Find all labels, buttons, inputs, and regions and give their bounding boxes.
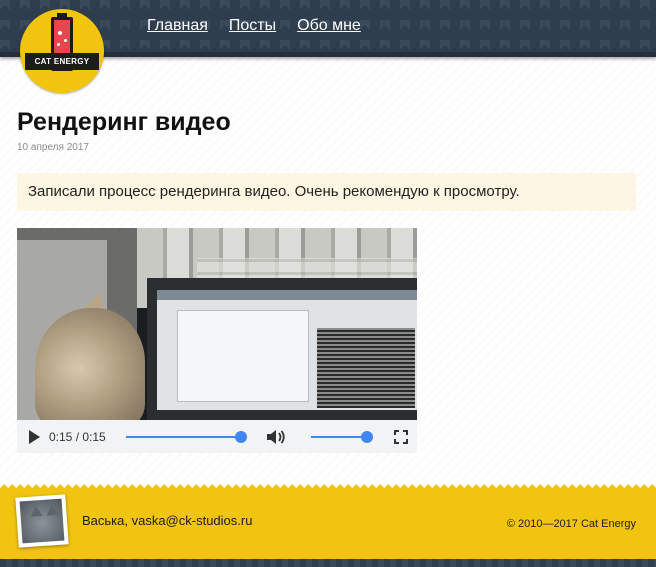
bubble-icon xyxy=(57,43,60,46)
video-scene-cat xyxy=(35,308,145,420)
cat-avatar-photo xyxy=(19,498,65,544)
avatar xyxy=(15,494,69,548)
cat-ear-icon xyxy=(29,505,43,517)
main-nav: Главная Посты Обо мне xyxy=(147,16,361,36)
nav-link-posts[interactable]: Посты xyxy=(229,16,276,36)
seek-slider[interactable] xyxy=(126,436,241,438)
video-scene-waveform xyxy=(317,328,415,408)
seek-handle[interactable] xyxy=(235,431,247,443)
footer-bottom-strip xyxy=(0,559,656,567)
footer-author: Васька, vaska@ck-studios.ru xyxy=(82,513,253,528)
video-controls: 0:15 / 0:15 xyxy=(17,420,417,453)
fullscreen-icon[interactable] xyxy=(394,430,408,444)
video-scene-screen-panel xyxy=(177,310,309,402)
video-time: 0:15 / 0:15 xyxy=(49,430,106,444)
nav-link-about[interactable]: Обо мне xyxy=(297,16,361,36)
logo-text: CAT ENERGY xyxy=(25,53,99,70)
video-scene-screen-bar xyxy=(157,290,417,300)
video-player[interactable]: 0:15 / 0:15 xyxy=(17,228,417,453)
volume-icon[interactable] xyxy=(266,429,286,445)
play-icon[interactable] xyxy=(29,430,40,444)
video-frame[interactable] xyxy=(17,228,417,420)
volume-handle[interactable] xyxy=(361,431,373,443)
post-intro: Записали процесс рендеринга видео. Очень… xyxy=(17,173,636,211)
bubble-icon xyxy=(58,31,62,35)
footer-copyright: © 2010—2017 Cat Energy xyxy=(506,518,636,530)
site-logo[interactable]: CAT ENERGY xyxy=(20,9,104,93)
post-title: Рендеринг видео xyxy=(17,108,231,136)
post-date: 10 апреля 2017 xyxy=(17,142,89,153)
nav-link-home[interactable]: Главная xyxy=(147,16,208,36)
cat-ear-icon xyxy=(45,504,59,516)
volume-slider[interactable] xyxy=(311,436,367,438)
bubble-icon xyxy=(64,39,67,42)
